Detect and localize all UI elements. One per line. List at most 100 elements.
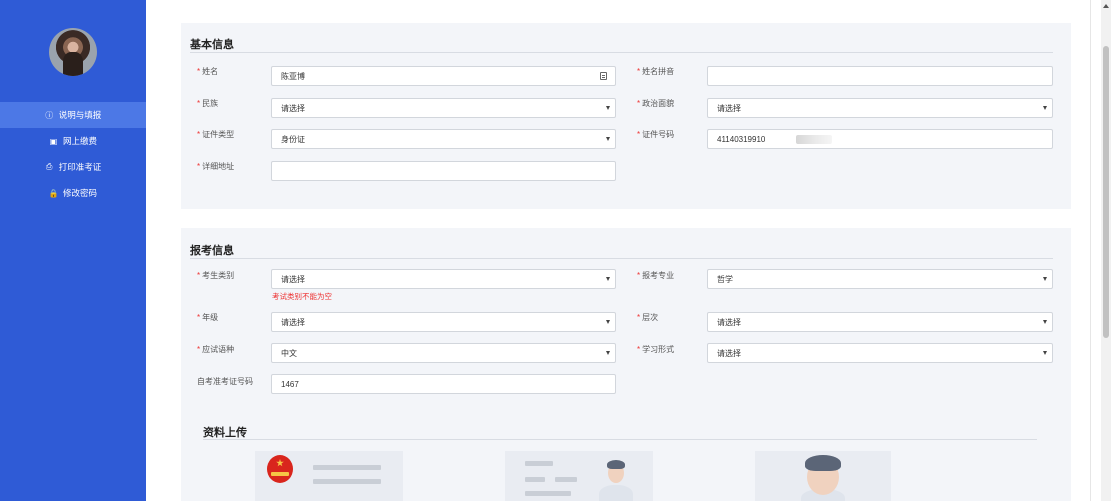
exam-info-panel: 报考信息 * 考生类别 请选择 考试类别不能为空 * 报考专业 哲学 * 年级 请选择… bbox=[181, 228, 1071, 501]
vertical-scrollbar[interactable] bbox=[1101, 0, 1111, 501]
chevron-down-icon bbox=[606, 277, 610, 281]
upload-id-front-card[interactable] bbox=[255, 451, 403, 501]
placeholder-line bbox=[555, 477, 577, 482]
scroll-up-arrow-icon[interactable] bbox=[1103, 4, 1109, 8]
placeholder-line bbox=[525, 491, 571, 496]
required-mark: * bbox=[197, 130, 201, 139]
required-mark: * bbox=[197, 162, 201, 171]
ethnicity-select[interactable]: 请选择 bbox=[271, 98, 616, 118]
required-mark: * bbox=[637, 130, 641, 139]
address-label: * 详细地址 bbox=[197, 161, 234, 172]
section-divider bbox=[190, 258, 1053, 259]
name-pinyin-input[interactable] bbox=[707, 66, 1053, 86]
id-type-value: 身份证 bbox=[281, 134, 305, 144]
name-label: * 姓名 bbox=[197, 66, 218, 77]
exam-info-title: 报考信息 bbox=[190, 245, 234, 257]
study-mode-value: 请选择 bbox=[717, 348, 741, 358]
label-text: 详细地址 bbox=[202, 162, 235, 171]
grade-label: * 年级 bbox=[197, 312, 218, 323]
major-select[interactable]: 哲学 bbox=[707, 269, 1053, 289]
political-status-select[interactable]: 请选择 bbox=[707, 98, 1053, 118]
label-text: 层次 bbox=[642, 313, 659, 322]
sidebar-item-instructions[interactable]: ⓘ 说明与填报 bbox=[0, 102, 146, 128]
avatar[interactable] bbox=[49, 28, 97, 76]
study-mode-label: * 学习形式 bbox=[637, 344, 674, 355]
chevron-down-icon bbox=[1043, 277, 1047, 281]
grade-value: 请选择 bbox=[281, 317, 305, 327]
candidate-category-error: 考试类别不能为空 bbox=[272, 292, 332, 301]
label-text: 姓名 bbox=[202, 67, 219, 76]
name-input[interactable]: 陈亚博 bbox=[271, 66, 616, 86]
sidebar-item-print-ticket[interactable]: ⎙ 打印准考证 bbox=[0, 154, 146, 180]
admission-number-value: 1467 bbox=[281, 379, 299, 389]
placeholder-line bbox=[525, 477, 545, 482]
id-type-label: * 证件类型 bbox=[197, 129, 234, 140]
required-mark: * bbox=[197, 99, 201, 108]
required-mark: * bbox=[637, 345, 641, 354]
label-text: 姓名拼音 bbox=[642, 67, 675, 76]
sidebar: ⓘ 说明与填报 ▣ 网上缴费 ⎙ 打印准考证 🔒 修改密码 bbox=[0, 0, 146, 501]
label-text: 证件号码 bbox=[642, 130, 675, 139]
person-body-icon bbox=[599, 485, 633, 501]
study-mode-select[interactable]: 请选择 bbox=[707, 343, 1053, 363]
required-mark: * bbox=[637, 99, 641, 108]
chevron-down-icon bbox=[606, 137, 610, 141]
admission-number-input[interactable]: 1467 bbox=[271, 374, 616, 394]
basic-info-title: 基本信息 bbox=[190, 39, 234, 51]
candidate-category-label: * 考生类别 bbox=[197, 270, 234, 281]
required-mark: * bbox=[197, 67, 201, 76]
chevron-down-icon bbox=[606, 106, 610, 110]
placeholder-line bbox=[313, 465, 381, 470]
major-value: 哲学 bbox=[717, 274, 733, 284]
person-hair-icon bbox=[607, 460, 625, 469]
id-number-label: * 证件号码 bbox=[637, 129, 674, 140]
person-hair-icon bbox=[805, 455, 841, 471]
section-divider bbox=[190, 52, 1053, 53]
label-text: 证件类型 bbox=[202, 130, 235, 139]
name-pinyin-label: * 姓名拼音 bbox=[637, 66, 674, 77]
sidebar-item-payment[interactable]: ▣ 网上缴费 bbox=[0, 128, 146, 154]
upload-photo-card[interactable] bbox=[755, 451, 891, 501]
chevron-down-icon bbox=[606, 351, 610, 355]
level-select[interactable]: 请选择 bbox=[707, 312, 1053, 332]
ethnicity-label: * 民族 bbox=[197, 98, 218, 109]
sidebar-item-change-password[interactable]: 🔒 修改密码 bbox=[0, 180, 146, 206]
chevron-down-icon bbox=[1043, 320, 1047, 324]
upload-id-back-card[interactable] bbox=[505, 451, 653, 501]
chevron-down-icon bbox=[1043, 106, 1047, 110]
major-label: * 报考专业 bbox=[637, 270, 674, 281]
exam-language-value: 中文 bbox=[281, 348, 297, 358]
label-text: 年级 bbox=[202, 313, 219, 322]
political-status-label: * 政治面貌 bbox=[637, 98, 674, 109]
sidebar-item-label: 说明与填报 bbox=[58, 110, 102, 120]
level-label: * 层次 bbox=[637, 312, 658, 323]
required-mark: * bbox=[197, 345, 201, 354]
candidate-category-value: 请选择 bbox=[281, 274, 305, 284]
sidebar-nav: ⓘ 说明与填报 ▣ 网上缴费 ⎙ 打印准考证 🔒 修改密码 bbox=[0, 102, 146, 206]
label-text: 民族 bbox=[202, 99, 219, 108]
candidate-category-select[interactable]: 请选择 bbox=[271, 269, 616, 289]
level-value: 请选择 bbox=[717, 317, 741, 327]
required-mark: * bbox=[637, 313, 641, 322]
id-type-select[interactable]: 身份证 bbox=[271, 129, 616, 149]
political-status-value: 请选择 bbox=[717, 103, 741, 113]
admission-number-label: 自考准考证号码 bbox=[197, 377, 253, 386]
id-number-input[interactable]: 41140319910 bbox=[707, 129, 1053, 149]
printer-icon: ⎙ bbox=[46, 162, 53, 171]
exam-language-select[interactable]: 中文 bbox=[271, 343, 616, 363]
id-number-value: 41140319910 bbox=[717, 134, 766, 144]
label-text: 学习形式 bbox=[642, 345, 675, 354]
address-input[interactable] bbox=[271, 161, 616, 181]
chevron-down-icon bbox=[606, 320, 610, 324]
content-border bbox=[1090, 0, 1091, 501]
lock-icon: 🔒 bbox=[48, 188, 59, 198]
required-mark: * bbox=[637, 271, 641, 280]
contact-card-icon bbox=[600, 72, 607, 80]
sidebar-item-label: 网上缴费 bbox=[62, 136, 97, 146]
payment-icon: ▣ bbox=[49, 136, 58, 146]
label-text: 应试语种 bbox=[202, 345, 235, 354]
label-text: 政治面貌 bbox=[642, 99, 675, 108]
grade-select[interactable]: 请选择 bbox=[271, 312, 616, 332]
scrollbar-thumb[interactable] bbox=[1103, 46, 1109, 338]
label-text: 考生类别 bbox=[202, 271, 235, 280]
